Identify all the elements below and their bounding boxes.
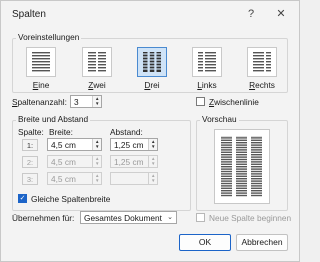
- column-count-stepper[interactable]: 3 ▲ ▼: [70, 95, 102, 108]
- dialog-title: Spalten: [12, 9, 46, 20]
- width-header: Breite:: [49, 127, 73, 137]
- spacing-header: Abstand:: [110, 127, 143, 137]
- preset-left-label: Links: [197, 80, 217, 90]
- equal-width-label: Gleiche Spaltenbreite: [31, 194, 111, 204]
- column-1-spacing-input[interactable]: 1,25 cm ▲ ▼: [110, 138, 158, 151]
- width-spacing-legend: Breite und Abstand: [16, 114, 91, 124]
- presets-legend: Voreinstellungen: [16, 32, 82, 42]
- two-columns-icon: [88, 52, 106, 72]
- preset-two-label: Zwei: [88, 80, 106, 90]
- column-2-spacing-arrows[interactable]: ▲ ▼: [148, 156, 157, 167]
- close-icon[interactable]: ✕: [272, 6, 290, 22]
- equal-width-checkbox[interactable]: ✓: [18, 194, 27, 203]
- right-column-icon: [253, 52, 271, 72]
- preview-legend: Vorschau: [200, 114, 239, 124]
- preview-page: [214, 129, 270, 204]
- preset-three-button[interactable]: [137, 47, 167, 77]
- column-1-width-value: 4,5 cm: [51, 140, 76, 150]
- column-1-spacing-value: 1,25 cm: [114, 140, 144, 150]
- new-column-checkbox[interactable]: [196, 213, 205, 222]
- column-2-width-value: 4,5 cm: [51, 157, 76, 167]
- help-icon[interactable]: ?: [242, 6, 260, 22]
- column-3-width-arrows[interactable]: ▲ ▼: [92, 173, 101, 184]
- column-2-width-input[interactable]: 4,5 cm ▲ ▼: [47, 155, 102, 168]
- preset-two-button[interactable]: [82, 47, 112, 77]
- column-1-spacing-arrows[interactable]: ▲ ▼: [148, 139, 157, 150]
- column-header: Spalte:: [18, 127, 44, 137]
- new-column-label: Neue Spalte beginnen: [209, 213, 292, 223]
- preset-right-label: Rechts: [249, 80, 275, 90]
- ok-button[interactable]: OK: [179, 234, 231, 251]
- preset-one-button[interactable]: [26, 47, 56, 77]
- preset-one-label: Eine: [32, 80, 50, 90]
- preview-columns-graphic: [221, 136, 262, 197]
- column-3-spacing-arrows[interactable]: ▲ ▼: [148, 173, 157, 184]
- apply-to-value: Gesamtes Dokument: [84, 213, 162, 223]
- column-2-button[interactable]: 2:: [22, 156, 38, 168]
- line-between-checkbox[interactable]: [196, 97, 205, 106]
- column-2-spacing-value: 1,25 cm: [114, 157, 144, 167]
- column-3-width-value: 4,5 cm: [51, 174, 76, 184]
- cancel-button[interactable]: Abbrechen: [236, 234, 288, 251]
- apply-to-select[interactable]: Gesamtes Dokument ⌄: [80, 211, 177, 224]
- three-columns-icon: [143, 52, 161, 72]
- preset-right-button[interactable]: [247, 47, 277, 77]
- column-1-width-arrows[interactable]: ▲ ▼: [92, 139, 101, 150]
- column-2-width-arrows[interactable]: ▲ ▼: [92, 156, 101, 167]
- apply-to-label: Übernehmen für:: [12, 213, 75, 223]
- preset-three-label: Drei: [144, 80, 160, 90]
- column-count-value: 3: [74, 97, 79, 107]
- left-column-icon: [198, 52, 216, 72]
- column-1-button[interactable]: 1:: [22, 139, 38, 151]
- column-count-label: Spaltenanzahl:: [12, 97, 67, 107]
- one-column-icon: [32, 52, 50, 72]
- preset-left-button[interactable]: [192, 47, 222, 77]
- chevron-down-icon: ⌄: [167, 214, 173, 221]
- column-2-spacing-input[interactable]: 1,25 cm ▲ ▼: [110, 155, 158, 168]
- column-1-width-input[interactable]: 4,5 cm ▲ ▼: [47, 138, 102, 151]
- column-3-spacing-input[interactable]: ▲ ▼: [110, 172, 158, 185]
- column-3-button[interactable]: 3:: [22, 173, 38, 185]
- column-3-width-input[interactable]: 4,5 cm ▲ ▼: [47, 172, 102, 185]
- line-between-label: Zwischenlinie: [209, 97, 259, 107]
- column-count-arrows[interactable]: ▲ ▼: [92, 96, 101, 107]
